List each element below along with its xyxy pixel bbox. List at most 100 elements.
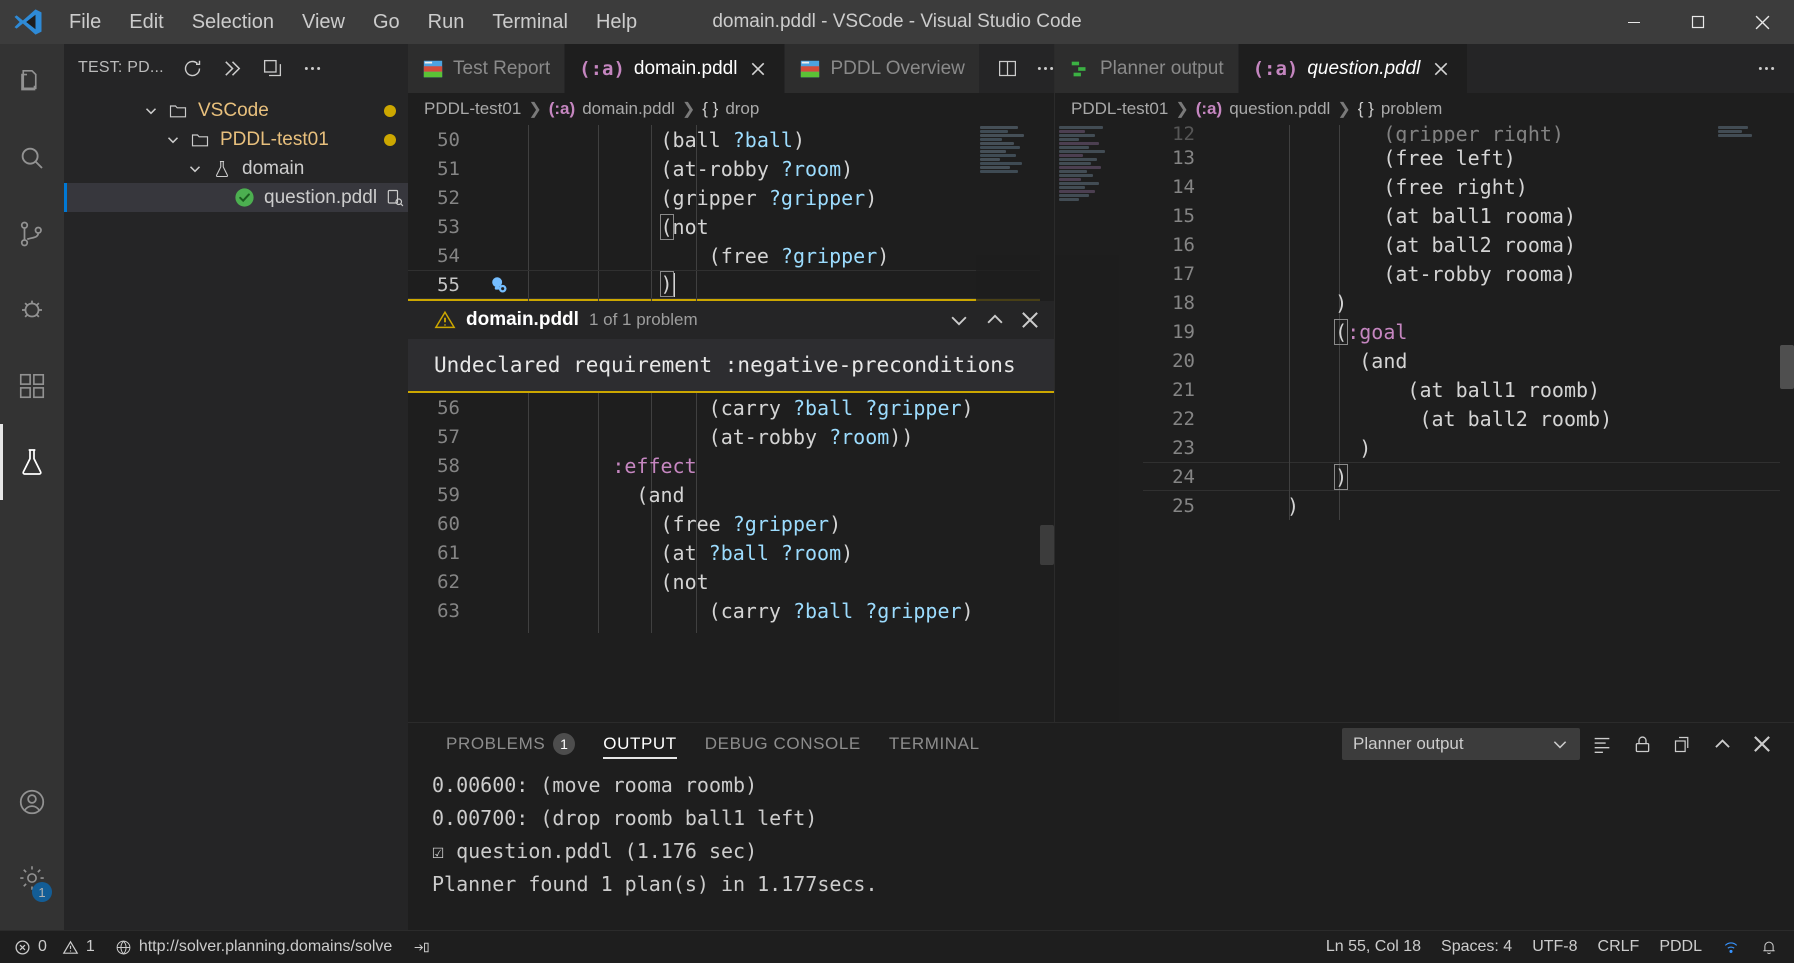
refresh-icon[interactable]	[174, 49, 212, 87]
minimap-left[interactable]	[976, 125, 1040, 301]
activity-item-explorer[interactable]	[0, 44, 64, 120]
output-view[interactable]: 0.00600: (move rooma roomb) 0.00700: (dr…	[408, 765, 1794, 930]
breadcrumb-symbol[interactable]: problem	[1381, 99, 1442, 119]
tree-item-vscode[interactable]: VSCode	[64, 96, 408, 125]
activity-item-manage[interactable]: 1	[0, 840, 64, 916]
scrollbar-right[interactable]	[1780, 345, 1794, 389]
breadcrumb-folder[interactable]: PDDL-test01	[1071, 99, 1168, 119]
code-line: 16 (at ball2 rooma)	[1143, 230, 1794, 259]
panel-tab-output[interactable]: OUTPUT	[589, 723, 690, 765]
chevron-down-icon[interactable]	[948, 309, 970, 331]
chevron-down-icon[interactable]	[138, 102, 164, 120]
close-icon[interactable]	[1429, 57, 1453, 81]
status-language-mode[interactable]: PDDL	[1649, 931, 1712, 963]
line-number: 57	[437, 425, 460, 448]
line-number: 63	[437, 599, 460, 622]
more-actions-icon[interactable]	[1748, 51, 1784, 87]
status-indentation[interactable]: Spaces: 4	[1431, 931, 1522, 963]
activity-item-search[interactable]	[0, 120, 64, 196]
code-text: )	[1287, 290, 1348, 315]
activity-item-source-control[interactable]	[0, 196, 64, 272]
collapse-all-icon[interactable]	[254, 49, 292, 87]
activity-item-accounts[interactable]	[0, 764, 64, 840]
overview-ruler-right[interactable]	[1780, 125, 1794, 722]
menu-help[interactable]: Help	[583, 7, 650, 38]
status-problems[interactable]: 0 1	[0, 931, 105, 963]
tree-item-question-pddl[interactable]: question.pddl	[64, 183, 428, 212]
reveal-in-explorer-icon[interactable]	[385, 188, 405, 208]
tree-item-pddl-test01[interactable]: PDDL-test01	[64, 125, 408, 154]
chevron-down-icon[interactable]	[182, 160, 208, 178]
close-panel-icon[interactable]	[1744, 726, 1780, 762]
line-number: 52	[437, 186, 460, 209]
tab-question-pddl[interactable]: (:a) question.pddl	[1238, 44, 1469, 93]
status-eol[interactable]: CRLF	[1588, 931, 1650, 963]
panel-tab-debug-console[interactable]: DEBUG CONSOLE	[691, 723, 875, 765]
menu-run[interactable]: Run	[415, 7, 478, 38]
tree-item-domain[interactable]: domain	[64, 154, 408, 183]
activity-item-extensions[interactable]	[0, 348, 64, 424]
code-block-bottom: 56 (carry ?ball ?gripper) 57 (at-robby ?…	[408, 393, 1054, 633]
activity-item-run-and-debug[interactable]	[0, 272, 64, 348]
panel-tab-problems[interactable]: PROBLEMS 1	[432, 723, 589, 765]
tab-pddl-overview[interactable]: PDDL Overview	[785, 44, 980, 93]
clear-output-icon[interactable]	[1584, 726, 1620, 762]
close-button[interactable]	[1730, 0, 1794, 44]
close-icon[interactable]	[746, 57, 770, 81]
output-channel-label: Planner output	[1353, 734, 1464, 753]
open-in-editor-icon[interactable]	[1664, 726, 1700, 762]
peek-message: Undeclared requirement :negative-precond…	[408, 339, 1054, 391]
menu-view[interactable]: View	[289, 7, 358, 38]
tab-test-report[interactable]: Test Report	[408, 44, 566, 93]
status-planner-url[interactable]: http://solver.planning.domains/solve	[105, 931, 402, 963]
code-text: (and	[636, 482, 685, 507]
menu-edit[interactable]: Edit	[116, 7, 176, 38]
maximize-button[interactable]	[1666, 0, 1730, 44]
chevron-right-icon: ❯	[528, 101, 542, 118]
tab-domain-pddl[interactable]: (:a) domain.pddl	[565, 44, 786, 93]
close-icon[interactable]	[1020, 310, 1040, 330]
breadcrumb-folder[interactable]: PDDL-test01	[424, 99, 521, 119]
more-actions-icon[interactable]	[294, 49, 332, 87]
status-encoding[interactable]: UTF-8	[1522, 931, 1587, 963]
scrollbar-left[interactable]	[1040, 525, 1054, 565]
output-channel-select[interactable]: Planner output	[1342, 728, 1580, 760]
activity-item-testing[interactable]	[0, 424, 64, 500]
workbench-body: 1 TEST: PD... VSCode PDDL-test01 domain …	[0, 44, 1794, 930]
editor-left-body[interactable]: 50 (ball ?ball) 51 (at-robby ?room) 52 (…	[408, 125, 1054, 722]
minimize-button[interactable]	[1602, 0, 1666, 44]
run-all-tests-icon[interactable]	[214, 49, 252, 87]
menu-selection[interactable]: Selection	[179, 7, 287, 38]
minimap-right-far[interactable]	[1714, 125, 1778, 215]
code-text: (gripper ?gripper)	[660, 185, 878, 210]
maximize-panel-icon[interactable]	[1704, 726, 1740, 762]
code-line: 63 (carry ?ball ?gripper)	[408, 596, 1054, 625]
status-notifications[interactable]	[1750, 931, 1794, 963]
editor-right-body[interactable]: 12 (gripper right) 13 (free left) 14 (fr…	[1055, 125, 1794, 722]
overview-ruler-left[interactable]	[1040, 125, 1054, 301]
menu-terminal[interactable]: Terminal	[479, 7, 581, 38]
breadcrumb-file[interactable]: question.pddl	[1229, 99, 1330, 119]
panel-tab-terminal[interactable]: TERMINAL	[875, 723, 994, 765]
breadcrumb-file[interactable]: domain.pddl	[582, 99, 675, 119]
dirty-indicator	[384, 133, 396, 146]
line-number: 18	[1172, 291, 1195, 314]
line-number: 61	[437, 541, 460, 564]
chevron-down-icon[interactable]	[160, 131, 186, 149]
sidebar-title: TEST: PD...	[78, 59, 164, 76]
tab-planner-output[interactable]: Planner output	[1055, 44, 1239, 93]
status-remote-indicator[interactable]	[1712, 931, 1750, 963]
pddl-preview-icon	[799, 58, 821, 80]
tab-label: Test Report	[453, 57, 551, 79]
menu-file[interactable]: File	[56, 7, 114, 38]
breadcrumb-symbol[interactable]: drop	[725, 99, 759, 119]
status-ports[interactable]	[402, 931, 440, 963]
minimap-right[interactable]	[1055, 125, 1119, 722]
remote-icon	[1722, 939, 1740, 956]
split-editor-icon[interactable]	[990, 51, 1026, 87]
lightbulb-code-action-icon[interactable]	[482, 274, 516, 296]
status-cursor-position[interactable]: Ln 55, Col 18	[1316, 931, 1431, 963]
menu-go[interactable]: Go	[360, 7, 413, 38]
chevron-up-icon[interactable]	[984, 309, 1006, 331]
lock-scroll-icon[interactable]	[1624, 726, 1660, 762]
